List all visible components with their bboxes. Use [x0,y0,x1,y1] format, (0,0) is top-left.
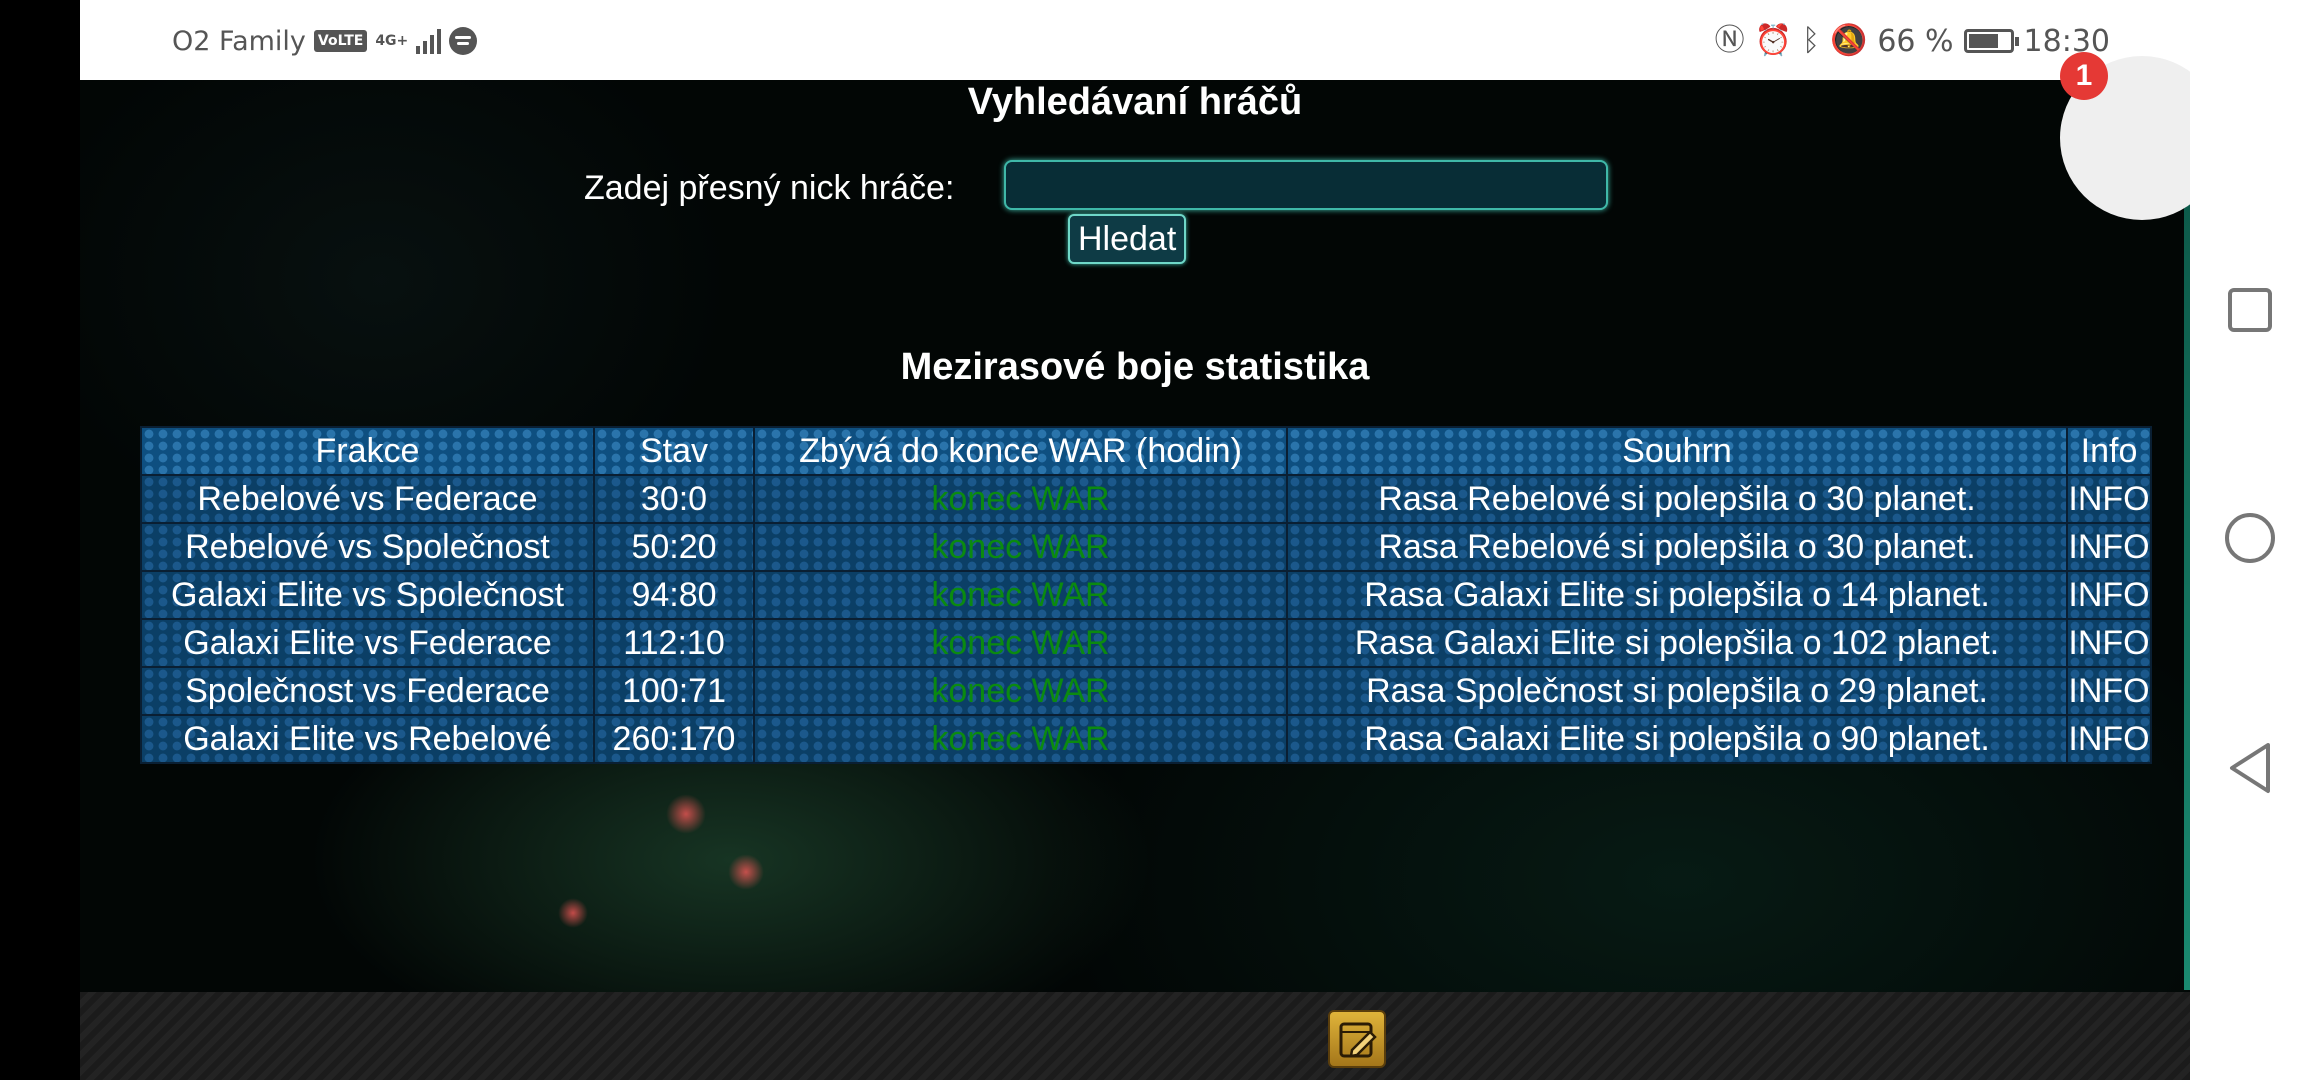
nfc-icon: Ⓝ [1714,23,1745,58]
cell-zbyva: konec WAR [753,714,1288,764]
table-row: Galaxi Elite vs Společnost 94:80 konec W… [140,570,2152,620]
background-ship-light [558,898,588,928]
carrier-name: O2 Family [172,25,306,57]
search-button[interactable]: Hledat [1068,214,1187,264]
status-right: Ⓝ ⏰ ᛒ 🔕 66 % 18:30 [1715,20,2110,62]
cell-stav: 100:71 [593,666,755,716]
table-row: Rebelové vs Společnost 50:20 konec WAR R… [140,522,2152,572]
cell-souhrn: Rasa Rebelové si polepšila o 30 planet. [1286,522,2068,572]
cell-frakce: Rebelové vs Společnost [140,522,595,572]
system-nav-bar [2190,0,2312,1080]
bluetooth-icon: ᛒ [1801,23,1820,58]
column-header-frakce: Frakce [140,426,595,476]
info-link[interactable]: INFO [2066,714,2152,764]
cell-souhrn: Rasa Rebelové si polepšila o 30 planet. [1286,474,2068,524]
cell-frakce: Galaxi Elite vs Společnost [140,570,595,620]
background-ship-light [666,794,706,834]
column-header-stav: Stav [593,426,755,476]
cell-stav: 30:0 [593,474,755,524]
game-webview: Vyhledávaní hráčů Zadej přesný nick hráč… [80,80,2190,992]
signal-icon [416,28,442,54]
cell-stav: 94:80 [593,570,755,620]
cell-zbyva: konec WAR [753,570,1288,620]
back-triangle-icon[interactable] [2220,738,2280,798]
table-row: Společnost vs Federace 100:71 konec WAR … [140,666,2152,716]
info-link[interactable]: INFO [2066,666,2152,716]
status-left: O2 Family VoLTE 4G+ [172,20,478,62]
notification-badge: 1 [2060,52,2108,100]
table-row: Rebelové vs Federace 30:0 konec WAR Rasa… [140,474,2152,524]
info-link[interactable]: INFO [2066,522,2152,572]
battery-icon [1963,29,2019,53]
cell-souhrn: Rasa Galaxi Elite si polepšila o 102 pla… [1286,618,2068,668]
cell-frakce: Galaxi Elite vs Federace [140,618,595,668]
cell-souhrn: Rasa Společnost si polepšila o 29 planet… [1286,666,2068,716]
table-row: Galaxi Elite vs Rebelové 260:170 konec W… [140,714,2152,764]
mute-icon: 🔕 [1829,23,1868,58]
column-header-zbyva: Zbývá do konce WAR (hodin) [753,426,1288,476]
battery-level [1968,34,1998,48]
clock: 18:30 [2023,23,2110,59]
cell-stav: 260:170 [593,714,755,764]
stats-title: Mezirasové boje statistika [900,346,1370,388]
volte-icon: VoLTE [313,30,368,52]
cell-stav: 50:20 [593,522,755,572]
info-link[interactable]: INFO [2066,474,2152,524]
game-bottom-bar [80,992,2190,1080]
search-title: Vyhledávaní hráčů [967,81,1303,123]
edit-note-icon[interactable] [1328,1010,1386,1068]
nick-search-input[interactable] [1004,160,1608,210]
column-header-info: Info [2066,426,2152,476]
cell-frakce: Galaxi Elite vs Rebelové [140,714,595,764]
spotify-icon [449,27,478,55]
table-row: Galaxi Elite vs Federace 112:10 konec WA… [140,618,2152,668]
cell-zbyva: konec WAR [753,474,1288,524]
nick-label: Zadej přesný nick hráče: [584,169,955,207]
war-stats-table: Frakce Stav Zbývá do konce WAR (hodin) S… [140,426,2152,764]
alarm-icon: ⏰ [1754,23,1792,58]
cell-souhrn: Rasa Galaxi Elite si polepšila o 14 plan… [1286,570,2068,620]
cell-zbyva: konec WAR [753,618,1288,668]
background-ship-light [728,854,764,890]
cell-frakce: Společnost vs Federace [140,666,595,716]
table-header-row: Frakce Stav Zbývá do konce WAR (hodin) S… [140,426,2152,476]
recents-square-icon[interactable] [2220,280,2280,340]
cell-stav: 112:10 [593,618,755,668]
cell-zbyva: konec WAR [753,522,1288,572]
network-type: 4G+ [375,33,409,49]
status-bar: O2 Family VoLTE 4G+ Ⓝ ⏰ ᛒ 🔕 66 % 18:30 [80,0,2190,80]
cell-frakce: Rebelové vs Federace [140,474,595,524]
battery-percent: 66 % [1877,23,1954,59]
info-link[interactable]: INFO [2066,618,2152,668]
info-link[interactable]: INFO [2066,570,2152,620]
column-header-souhrn: Souhrn [1286,426,2068,476]
home-circle-icon[interactable] [2220,508,2280,568]
cell-souhrn: Rasa Galaxi Elite si polepšila o 90 plan… [1286,714,2068,764]
cell-zbyva: konec WAR [753,666,1288,716]
